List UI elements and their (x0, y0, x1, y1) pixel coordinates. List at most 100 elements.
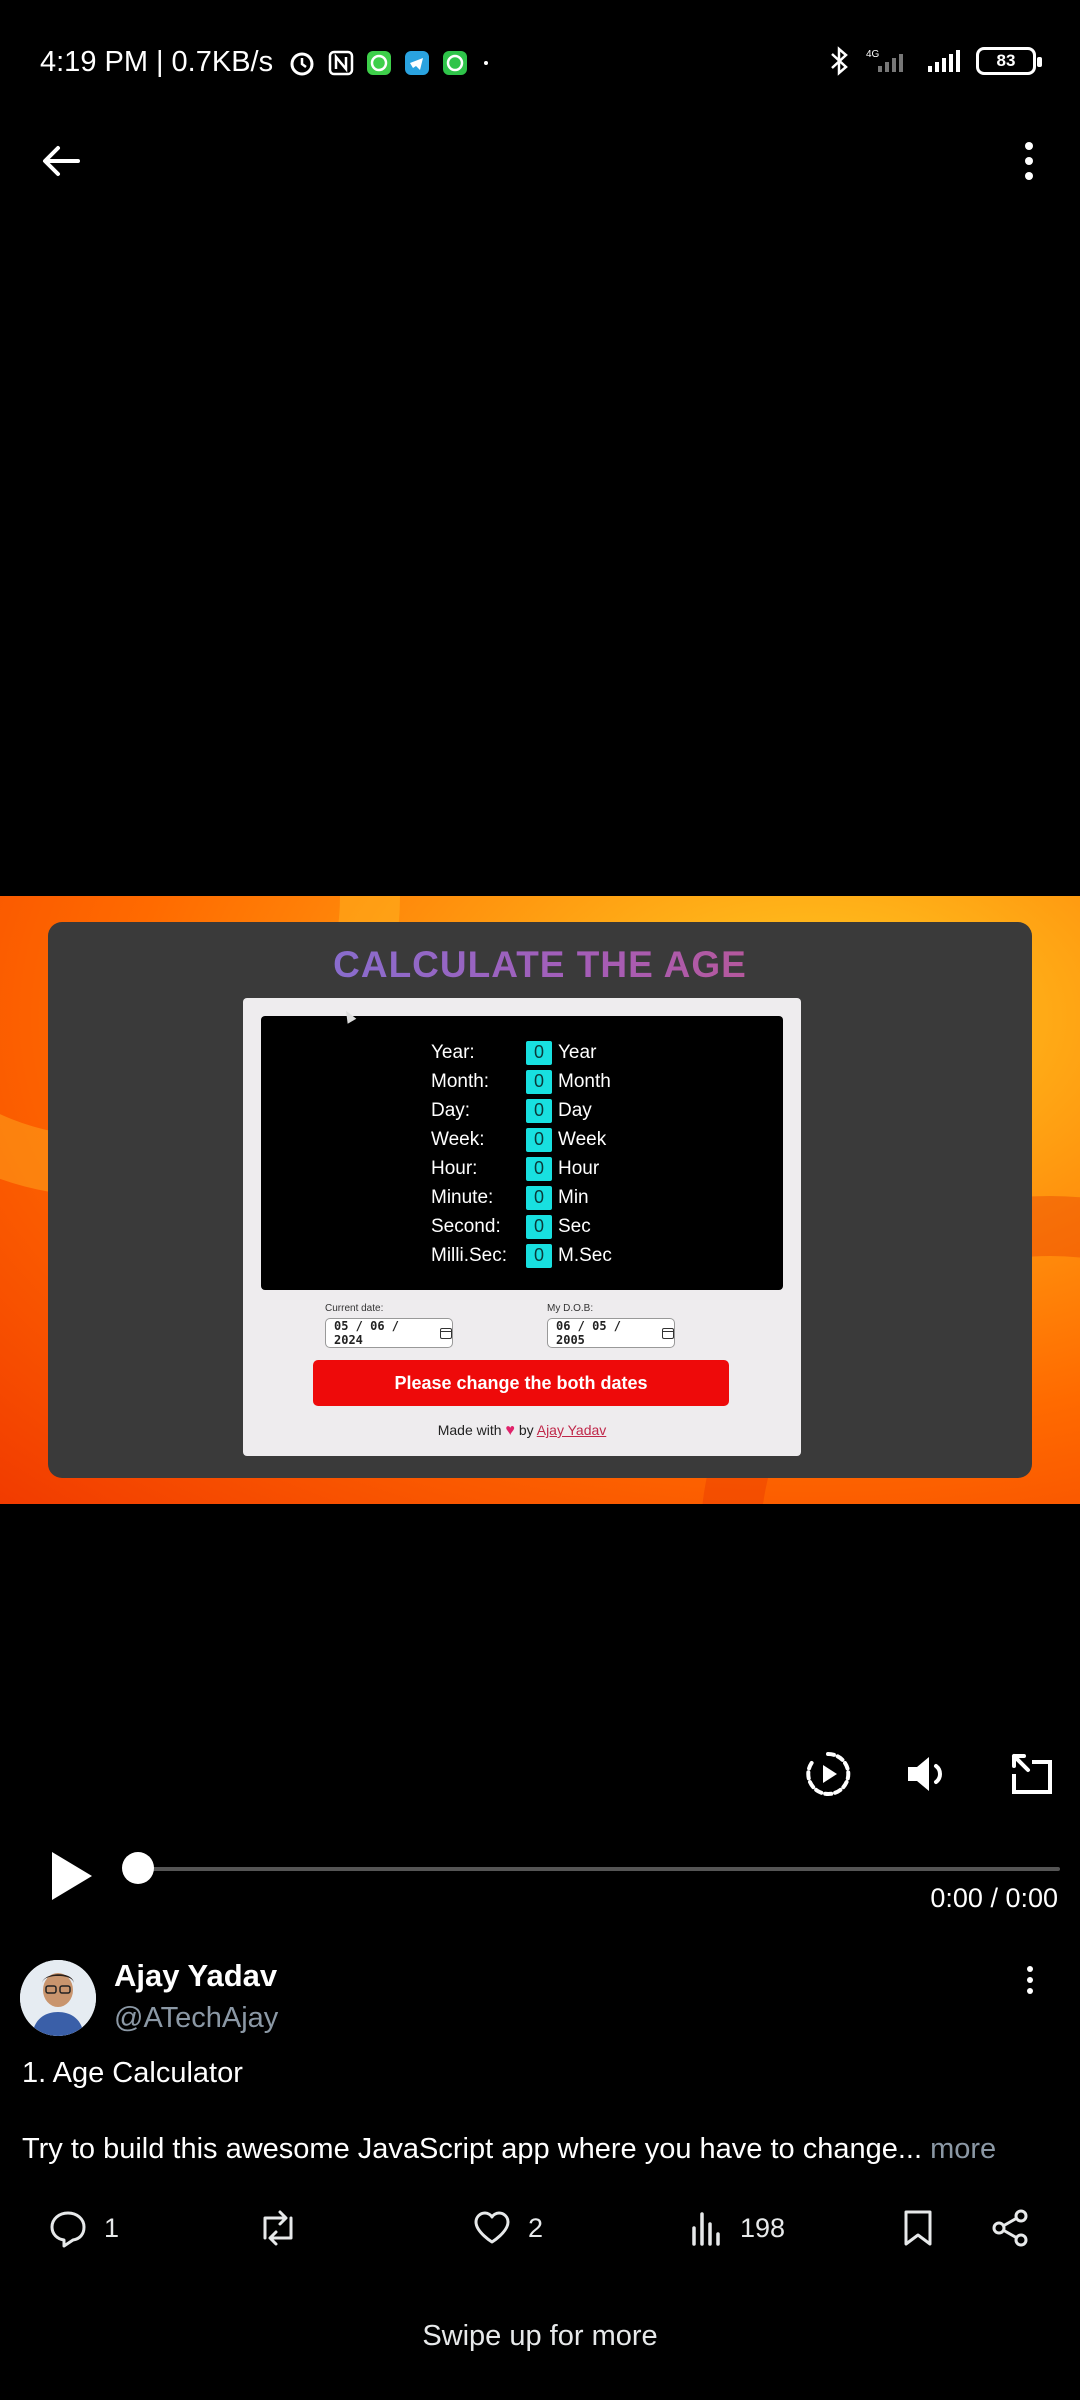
retweet-button[interactable] (256, 2208, 300, 2248)
author-link[interactable]: Ajay Yadav (537, 1422, 607, 1438)
post-title: 1. Age Calculator (22, 2057, 243, 2089)
result-row: Day: 0 Day (431, 1096, 612, 1125)
dob-input[interactable]: 06 / 05 / 2005 (547, 1318, 675, 1348)
playback-speed-icon[interactable] (800, 1746, 856, 1802)
messaging-app-icon (367, 50, 392, 75)
calendar-icon (440, 1327, 452, 1339)
heart-icon: ♥ (505, 1422, 515, 1439)
result-unit: Day (558, 1099, 592, 1121)
svg-text:4G: 4G (866, 49, 880, 60)
result-label: Second: (431, 1215, 501, 1237)
result-unit: M.Sec (558, 1244, 612, 1266)
result-unit: Month (558, 1070, 611, 1092)
views-button[interactable]: 198 (688, 2208, 785, 2248)
status-separator: | (156, 46, 164, 78)
result-row: Second: 0 Sec (431, 1212, 612, 1241)
status-right: 4G 83 (828, 46, 1042, 76)
reply-icon (50, 2211, 86, 2248)
post-body: Try to build this awesome JavaScript app… (22, 2133, 996, 2166)
result-value: 0 (526, 1098, 552, 1123)
progress-scrubber[interactable] (122, 1852, 154, 1884)
bluetooth-icon (831, 46, 848, 76)
dot-icon (484, 60, 489, 65)
app-title: CALCULATE THE AGE (48, 944, 1032, 986)
battery-icon: 83 (976, 47, 1042, 75)
result-label: Year: (431, 1041, 475, 1063)
bookmark-icon (904, 2210, 932, 2246)
author-handle[interactable]: @ATechAjay (114, 2002, 278, 2035)
result-row: Hour: 0 Hour (431, 1154, 612, 1183)
status-speed: 0.7KB/s (171, 46, 274, 78)
result-row: Week: 0 Week (431, 1125, 612, 1154)
result-value: 0 (526, 1243, 552, 1268)
like-button[interactable]: 2 (472, 2208, 543, 2248)
current-date-value: 05 / 06 / 2024 (334, 1319, 400, 1347)
alarm-icon (290, 52, 314, 75)
result-unit: Year (558, 1041, 597, 1063)
signal-icon (928, 50, 960, 72)
avatar[interactable] (20, 1960, 96, 2036)
like-count: 2 (528, 2212, 544, 2243)
more-vertical-icon[interactable] (1020, 1964, 1040, 1996)
current-date-label: Current date: (325, 1303, 384, 1314)
calculator-card: Year: 0 Year Month: 0 Month Day: 0 Day Week: 0 Week… (243, 998, 801, 1456)
dob-value: 06 / 05 / 2005 (556, 1319, 622, 1347)
retweet-icon (263, 2210, 293, 2246)
result-label: Milli.Sec: (431, 1244, 508, 1266)
app-panel: CALCULATE THE AGE Year: 0 Year Month: 0 Month… (48, 922, 1032, 1478)
change-dates-button[interactable]: Please change the both dates (313, 1360, 729, 1406)
made-with-by: by (518, 1422, 534, 1438)
whatsapp-icon (443, 50, 468, 75)
nfc-icon (328, 50, 354, 75)
progress-track[interactable] (138, 1867, 1060, 1871)
status-time: 4:19 PM (40, 46, 148, 78)
like-icon (474, 2211, 510, 2244)
views-icon (692, 2212, 720, 2246)
volume-icon[interactable] (900, 1746, 956, 1802)
reply-button[interactable]: 1 (48, 2208, 119, 2248)
result-rows: Year: 0 Year Month: 0 Month Day: 0 Day Week: 0 Week… (431, 1038, 612, 1270)
current-date-input[interactable]: 05 / 06 / 2024 (325, 1318, 453, 1348)
action-bar: 1 2 198 (0, 2200, 1080, 2260)
made-with-prefix: Made with (437, 1422, 502, 1438)
play-icon[interactable] (46, 1848, 96, 1904)
result-row: Minute: 0 Min (431, 1183, 612, 1212)
current-date-block: Current date: 05 / 06 / 2024 (325, 1303, 453, 1348)
rotate-screen-icon[interactable] (1004, 1746, 1060, 1802)
share-button[interactable] (990, 2208, 1030, 2248)
result-row: Month: 0 Month (431, 1067, 612, 1096)
made-with-credit: Made with ♥ by Ajay Yadav (243, 1422, 801, 1440)
notification-icons (287, 48, 493, 78)
bookmark-button[interactable] (900, 2208, 936, 2248)
dob-block: My D.O.B: 06 / 05 / 2005 (547, 1303, 675, 1348)
result-screen: Year: 0 Year Month: 0 Month Day: 0 Day Week: 0 Week… (261, 1016, 783, 1290)
telegram-icon (405, 50, 430, 75)
views-count: 198 (740, 2212, 786, 2243)
avatar-image (20, 1960, 96, 2036)
video-player[interactable]: CALCULATE THE AGE Year: 0 Year Month: 0 Month… (0, 896, 1080, 1504)
result-label: Hour: (431, 1157, 478, 1179)
author-name[interactable]: Ajay Yadav (114, 1958, 277, 1994)
reply-count: 1 (104, 2212, 120, 2243)
result-label: Minute: (431, 1186, 494, 1208)
result-value: 0 (526, 1040, 552, 1065)
result-label: Day: (431, 1099, 471, 1121)
share-icon (992, 2209, 1028, 2247)
result-label: Month: (431, 1070, 490, 1092)
result-unit: Min (558, 1186, 589, 1208)
result-row: Milli.Sec: 0 M.Sec (431, 1241, 612, 1270)
calendar-icon (662, 1327, 674, 1339)
result-unit: Hour (558, 1157, 600, 1179)
result-value: 0 (526, 1214, 552, 1239)
swipe-up-hint[interactable]: Swipe up for more (0, 2320, 1080, 2353)
result-value: 0 (526, 1156, 552, 1181)
result-label: Week: (431, 1128, 485, 1150)
playback-time: 0:00 / 0:00 (930, 1883, 1058, 1913)
result-value: 0 (526, 1069, 552, 1094)
more-vertical-icon[interactable] (1014, 136, 1044, 186)
battery-level: 83 (996, 51, 1016, 70)
signal-4g-icon: 4G (866, 49, 903, 72)
back-arrow-icon[interactable] (36, 136, 86, 186)
status-left: 4:19 PM | 0.7KB/s (40, 46, 493, 79)
more-link[interactable]: more (930, 2133, 996, 2165)
